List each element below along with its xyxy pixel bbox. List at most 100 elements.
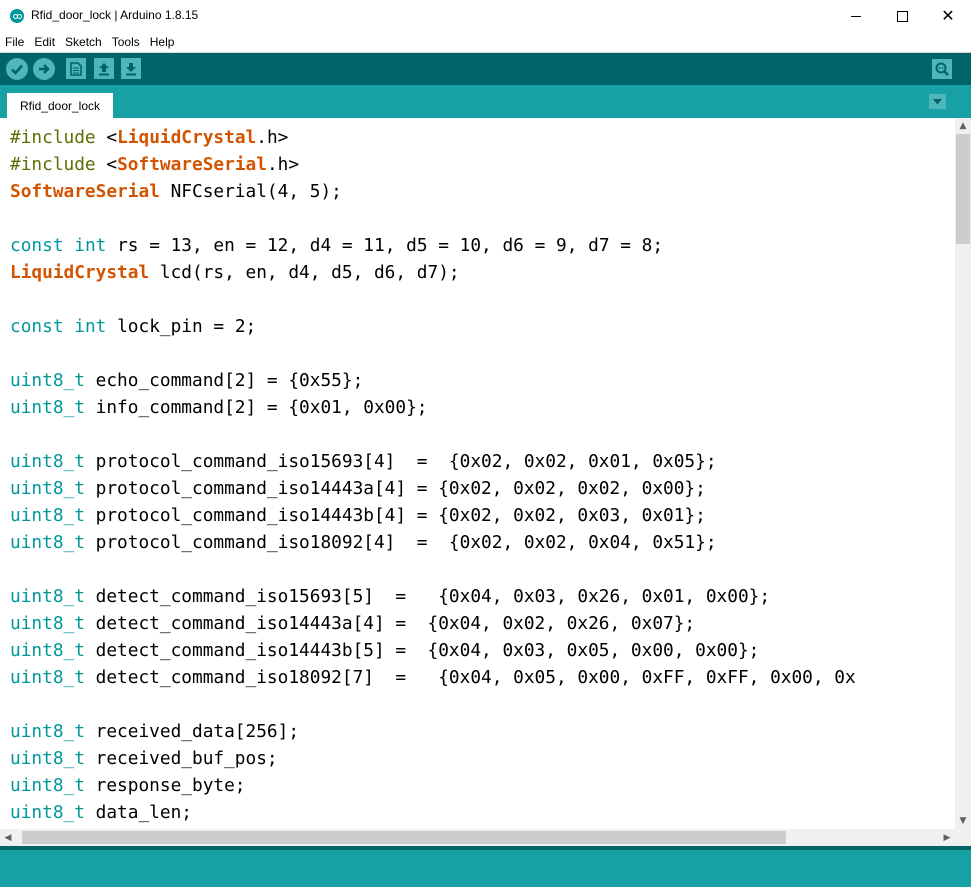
keyword-token: uint8_t [10, 748, 85, 769]
scrollbar-corner [955, 829, 971, 846]
console-divider[interactable] [0, 846, 971, 850]
open-sketch-button[interactable] [94, 58, 114, 79]
minimize-icon [851, 15, 861, 17]
code-line[interactable] [10, 691, 856, 718]
scroll-down-icon[interactable]: ▼ [955, 813, 971, 829]
code-token: protocol_command_iso18092[4] = {0x02, 0x… [84, 532, 717, 553]
tab-bar: Rfid_door_lock [0, 85, 971, 118]
scroll-left-icon[interactable]: ◀ [0, 829, 16, 846]
menu-tools[interactable]: Tools [107, 32, 145, 52]
keyword-token: uint8_t [10, 613, 85, 634]
code-token: response_byte; [84, 775, 246, 796]
keyword-token: uint8_t [10, 640, 85, 661]
scroll-up-icon[interactable]: ▲ [955, 118, 971, 134]
type-token: SoftwareSerial [117, 154, 267, 175]
code-line[interactable] [10, 205, 856, 232]
code-line[interactable] [10, 556, 856, 583]
arduino-logo-icon [10, 9, 24, 23]
menu-file[interactable]: File [0, 32, 29, 52]
scroll-right-icon[interactable]: ▶ [939, 829, 955, 846]
serial-monitor-button[interactable] [932, 59, 952, 79]
minimize-button[interactable] [833, 0, 879, 32]
keyword-token: int [74, 316, 107, 337]
code-token: detect_command_iso14443a[4] = {0x04, 0x0… [84, 613, 696, 634]
verify-button[interactable] [6, 58, 28, 80]
keyword-token: uint8_t [10, 775, 85, 796]
code-line[interactable]: uint8_t received_buf_pos; [10, 745, 856, 772]
chevron-down-icon [933, 98, 942, 104]
type-token: SoftwareSerial [10, 181, 160, 202]
new-icon [70, 61, 82, 76]
type-token: LiquidCrystal [117, 127, 257, 148]
new-sketch-button[interactable] [66, 58, 86, 79]
code-token: < [106, 154, 118, 175]
status-bar [0, 846, 971, 887]
code-line[interactable]: uint8_t protocol_command_iso14443a[4] = … [10, 475, 856, 502]
code-line[interactable]: uint8_t detect_command_iso18092[7] = {0x… [10, 664, 856, 691]
upload-icon [39, 64, 50, 74]
code-line[interactable]: uint8_t detect_command_iso14443a[4] = {0… [10, 610, 856, 637]
vertical-scrollbar[interactable]: ▲ ▼ [955, 118, 971, 829]
code-token: echo_command[2] = {0x55}; [84, 370, 364, 391]
code-line[interactable]: uint8_t protocol_command_iso18092[4] = {… [10, 529, 856, 556]
code-text[interactable]: #include <LiquidCrystal.h> #include <Soft… [10, 124, 856, 826]
code-token: received_data[256]; [84, 721, 300, 742]
code-token: lock_pin = 2; [106, 316, 257, 337]
type-token: LiquidCrystal [10, 262, 150, 283]
tab-rfid-door-lock[interactable]: Rfid_door_lock [7, 93, 113, 118]
code-line[interactable]: uint8_t info_command[2] = {0x01, 0x00}; [10, 394, 856, 421]
code-line[interactable] [10, 421, 856, 448]
code-token: detect_command_iso18092[7] = {0x04, 0x05… [84, 667, 856, 688]
code-editor[interactable]: #include <LiquidCrystal.h> #include <Soft… [0, 118, 955, 829]
code-token: < [106, 127, 118, 148]
code-token: info_command[2] = {0x01, 0x00}; [84, 397, 428, 418]
code-line[interactable]: const int lock_pin = 2; [10, 313, 856, 340]
code-line[interactable]: uint8_t protocol_command_iso15693[4] = {… [10, 448, 856, 475]
code-line[interactable]: uint8_t echo_command[2] = {0x55}; [10, 367, 856, 394]
window-title: Rfid_door_lock | Arduino 1.8.15 [31, 8, 199, 22]
maximize-icon [896, 10, 908, 22]
horizontal-scrollbar[interactable]: ◀ ▶ [0, 829, 955, 846]
code-line[interactable]: uint8_t data_len; [10, 799, 856, 826]
code-token: received_buf_pos; [84, 748, 278, 769]
code-line[interactable] [10, 286, 856, 313]
menu-help[interactable]: Help [145, 32, 180, 52]
code-line[interactable]: uint8_t detect_command_iso14443b[5] = {0… [10, 637, 856, 664]
keyword-token: uint8_t [10, 586, 85, 607]
code-token: lcd(rs, en, d4, d5, d6, d7); [149, 262, 460, 283]
horizontal-scroll-thumb[interactable] [22, 831, 786, 844]
keyword-token: uint8_t [10, 721, 85, 742]
keyword-token: const [10, 316, 64, 337]
code-line[interactable]: #include <SoftwareSerial.h> [10, 151, 856, 178]
close-icon: ✕ [941, 6, 955, 25]
close-button[interactable]: ✕ [925, 0, 971, 32]
title-bar: Rfid_door_lock | Arduino 1.8.15 ✕ [0, 0, 971, 32]
code-line[interactable]: LiquidCrystal lcd(rs, en, d4, d5, d6, d7… [10, 259, 856, 286]
preprocessor-token: #include [10, 127, 107, 148]
keyword-token: uint8_t [10, 802, 85, 823]
menu-bar: File Edit Sketch Tools Help [0, 32, 971, 53]
menu-sketch[interactable]: Sketch [60, 32, 107, 52]
vertical-scroll-thumb[interactable] [956, 134, 970, 244]
upload-button[interactable] [33, 58, 55, 80]
keyword-token: uint8_t [10, 478, 85, 499]
menu-edit[interactable]: Edit [29, 32, 60, 52]
code-line[interactable]: SoftwareSerial NFCserial(4, 5); [10, 178, 856, 205]
preprocessor-token: #include [10, 154, 107, 175]
toolbar [0, 53, 971, 85]
verify-icon [11, 64, 23, 75]
code-line[interactable]: uint8_t detect_command_iso15693[5] = {0x… [10, 583, 856, 610]
code-line[interactable] [10, 340, 856, 367]
save-sketch-button[interactable] [121, 58, 141, 79]
code-line[interactable]: uint8_t received_data[256]; [10, 718, 856, 745]
code-line[interactable]: uint8_t response_byte; [10, 772, 856, 799]
keyword-token: uint8_t [10, 505, 85, 526]
code-token: detect_command_iso15693[5] = {0x04, 0x03… [84, 586, 771, 607]
maximize-button[interactable] [879, 0, 925, 32]
keyword-token: uint8_t [10, 451, 85, 472]
code-line[interactable]: uint8_t protocol_command_iso14443b[4] = … [10, 502, 856, 529]
code-line[interactable]: const int rs = 13, en = 12, d4 = 11, d5 … [10, 232, 856, 259]
code-token: .h> [266, 154, 300, 175]
tab-menu-button[interactable] [929, 94, 946, 109]
code-line[interactable]: #include <LiquidCrystal.h> [10, 124, 856, 151]
